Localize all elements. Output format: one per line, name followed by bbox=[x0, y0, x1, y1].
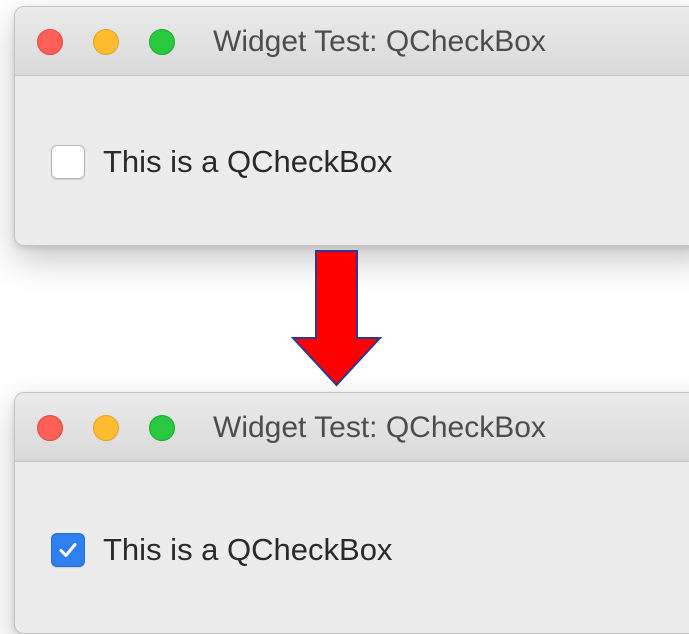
zoom-button[interactable] bbox=[149, 415, 175, 441]
window-checked: Widget Test: QCheckBox This is a QCheckB… bbox=[14, 392, 689, 634]
close-button[interactable] bbox=[37, 415, 63, 441]
window-title: Widget Test: QCheckBox bbox=[213, 411, 546, 444]
window-content: This is a QCheckBox bbox=[15, 462, 689, 632]
checkbox-row[interactable]: This is a QCheckBox bbox=[51, 532, 392, 568]
title-bar: Widget Test: QCheckBox bbox=[15, 393, 689, 462]
checkbox-label[interactable]: This is a QCheckBox bbox=[103, 532, 392, 568]
minimize-button[interactable] bbox=[93, 415, 119, 441]
checkbox-checked[interactable] bbox=[51, 533, 85, 567]
checkmark-icon bbox=[59, 543, 77, 557]
